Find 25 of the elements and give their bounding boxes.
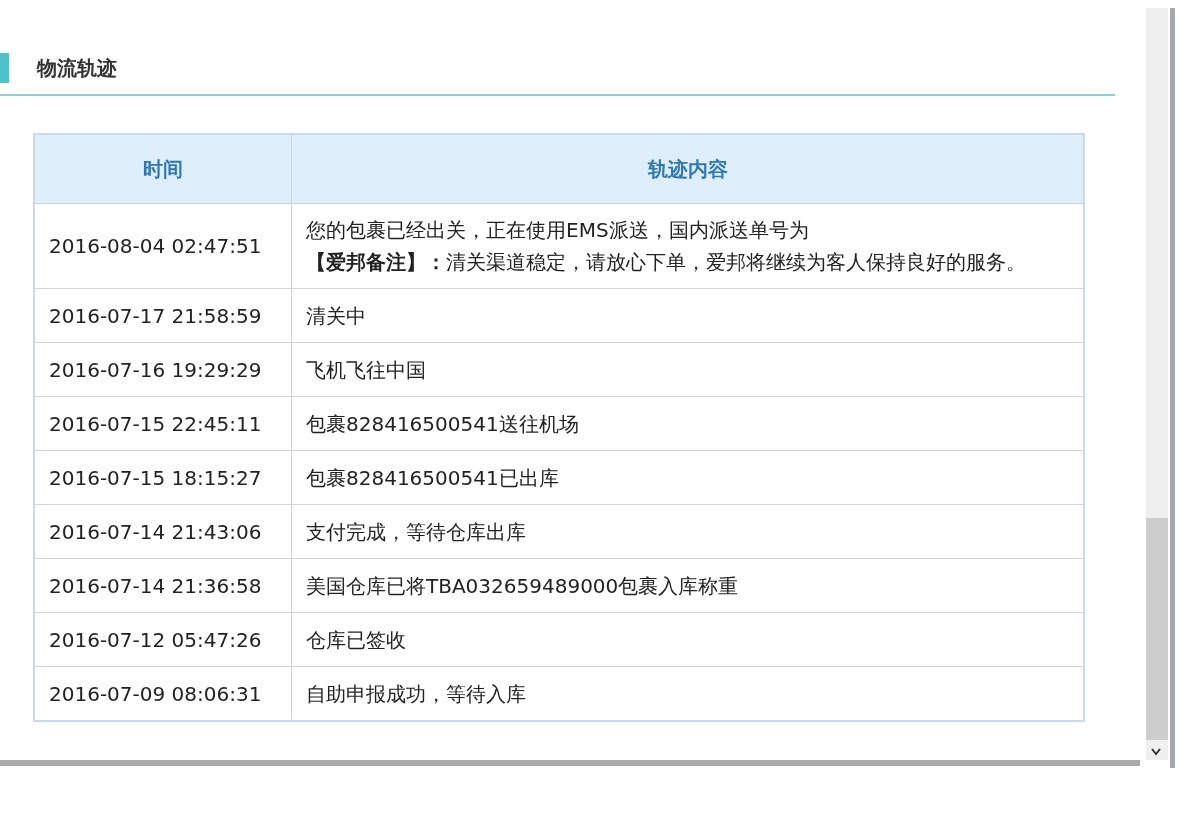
scrollbar[interactable] (1146, 8, 1168, 760)
section-title: 物流轨迹 (37, 54, 117, 82)
track-text: 您的包裹已经出关，正在使用EMS派送，国内派送单号为 (306, 217, 810, 244)
time-cell: 2016-07-15 22:45:11 (34, 396, 292, 451)
accent-bar (0, 53, 9, 83)
track-text: 清关中 (306, 302, 367, 330)
time-cell: 2016-07-12 05:47:26 (34, 612, 292, 667)
column-header: 时间 (34, 134, 292, 204)
track-text: 【爱邦备注】：清关渠道稳定，请放心下单，爱邦将继续为客人保持良好的服务。 (306, 249, 1027, 276)
scroll-down-icon[interactable] (1151, 748, 1161, 756)
time-cell: 2016-07-16 19:29:29 (34, 342, 292, 397)
track-text: 飞机飞往中国 (306, 356, 427, 384)
track-text: 仓库已签收 (306, 626, 407, 654)
track-text: 包裹828416500541送往机场 (306, 410, 580, 438)
time-cell: 2016-08-04 02:47:51 (34, 203, 292, 289)
track-text: 自助申报成功，等待入库 (306, 680, 527, 708)
column-header: 轨迹内容 (291, 134, 1084, 204)
time-cell: 2016-07-15 18:15:27 (34, 450, 292, 505)
time-cell: 2016-07-14 21:36:58 (34, 558, 292, 613)
track-text: 支付完成，等待仓库出库 (306, 518, 527, 546)
track-text: 包裹828416500541已出库 (306, 464, 560, 492)
time-cell: 2016-07-14 21:43:06 (34, 504, 292, 559)
scrollbar-thumb[interactable] (1146, 518, 1168, 740)
track-text: 美国仓库已将TBA032659489000包裹入库称重 (306, 572, 740, 600)
time-cell: 2016-07-17 21:58:59 (34, 288, 292, 343)
